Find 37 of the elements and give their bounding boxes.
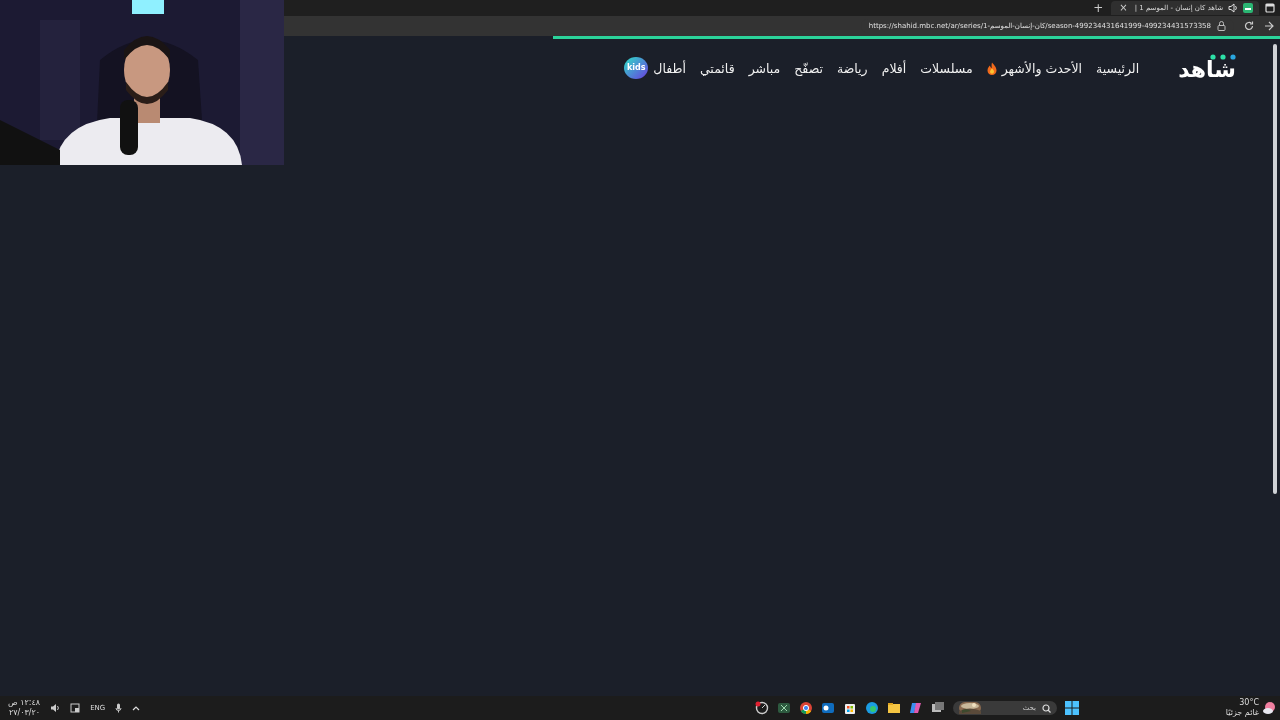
- search-icon: [1042, 703, 1052, 713]
- reload-icon[interactable]: [1244, 21, 1254, 31]
- clock-date[interactable]: ٢٧/٠٣/٢٠: [8, 708, 41, 718]
- app-icon[interactable]: [777, 701, 792, 715]
- close-tab-button[interactable]: ×: [1117, 3, 1130, 13]
- display-icon[interactable]: [70, 703, 81, 713]
- store-icon[interactable]: [843, 701, 858, 715]
- nav-link[interactable]: الرئيسية: [1096, 60, 1140, 76]
- start-icon[interactable]: [1065, 701, 1080, 715]
- weather-text: غائم جزئيًا: [1225, 708, 1259, 718]
- speaker-icon[interactable]: [1228, 3, 1238, 13]
- window-icon[interactable]: [1265, 3, 1275, 13]
- weather-icon[interactable]: [1262, 701, 1276, 715]
- scrollbar[interactable]: [1273, 44, 1277, 494]
- microphone-icon[interactable]: [115, 703, 123, 713]
- temperature: 30°C: [1238, 698, 1259, 708]
- nav-link[interactable]: الأحدث والأشهر: [986, 60, 1083, 76]
- site-logo[interactable]: شاهد: [1178, 55, 1236, 81]
- nav-link[interactable]: مباشر: [748, 60, 781, 76]
- volume-icon[interactable]: [50, 703, 61, 713]
- task-view-icon[interactable]: [931, 701, 946, 715]
- kids-badge: kids: [624, 57, 649, 79]
- lock-icon[interactable]: [1217, 21, 1226, 31]
- mail-icon[interactable]: [821, 701, 836, 715]
- logo-dots-icon: [1210, 54, 1236, 60]
- nav-link[interactable]: قائمتي: [699, 60, 735, 76]
- chevron-up-icon[interactable]: [132, 705, 141, 711]
- nav-link[interactable]: أفلام: [881, 60, 907, 76]
- clock-time[interactable]: ١٢:٤٨ ص: [8, 698, 41, 708]
- favicon-icon: [1243, 3, 1253, 13]
- nav-link[interactable]: تصفّح: [794, 60, 823, 76]
- nav-link[interactable]: رياضة: [837, 60, 868, 76]
- new-tab-button[interactable]: +: [1091, 3, 1106, 13]
- back-arrow-icon[interactable]: [1264, 21, 1274, 31]
- nav-link[interactable]: مسلسلات: [920, 60, 973, 76]
- folder-icon[interactable]: [887, 701, 902, 715]
- fire-icon: [986, 61, 997, 75]
